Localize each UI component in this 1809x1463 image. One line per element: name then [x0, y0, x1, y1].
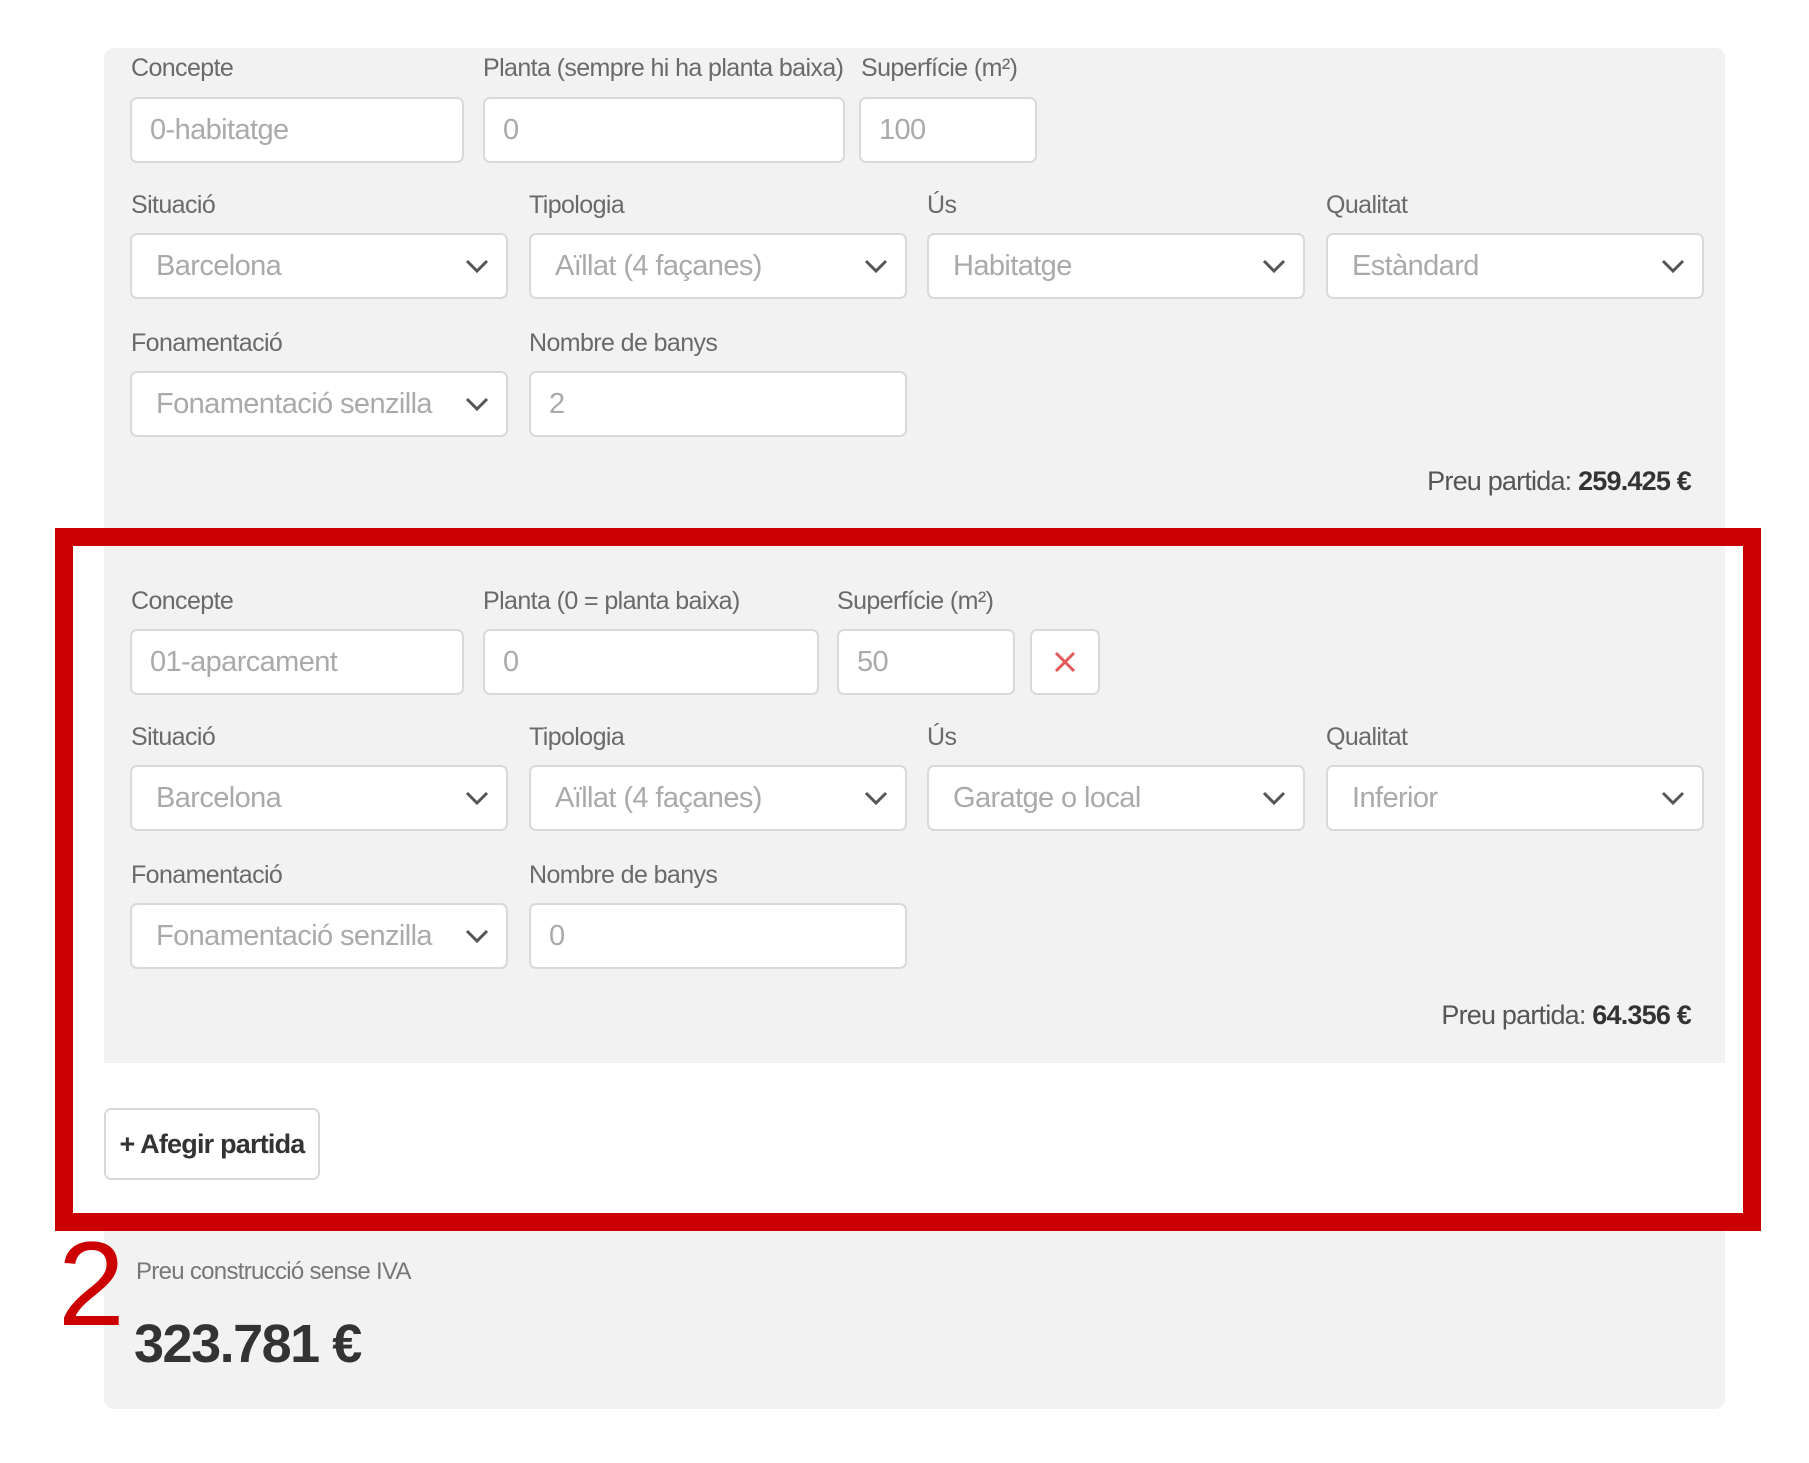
- planta-label: Planta (sempre hi ha planta baixa): [483, 54, 844, 82]
- us-label: Ús: [927, 191, 957, 219]
- preu-partida: Preu partida: 259.425 €: [1427, 466, 1692, 497]
- situacio-select[interactable]: Barcelona: [130, 233, 508, 299]
- preu-partida-label: Preu partida:: [1427, 466, 1572, 496]
- highlight-box: [55, 528, 1761, 1231]
- item-card-1: Concepte Planta (sempre hi ha planta bai…: [104, 48, 1725, 520]
- fonamentacio-value: Fonamentació senzilla: [156, 387, 433, 420]
- planta-input[interactable]: 0: [483, 97, 845, 163]
- qualitat-select[interactable]: Estàndard: [1326, 233, 1704, 299]
- fonamentacio-select[interactable]: Fonamentació senzilla: [130, 371, 508, 437]
- annotation-number: 2: [58, 1217, 125, 1351]
- situacio-label: Situació: [131, 191, 216, 219]
- chevron-down-icon: [864, 259, 888, 274]
- tipologia-label: Tipologia: [529, 191, 625, 219]
- banys-label: Nombre de banys: [529, 329, 718, 357]
- total-value: 323.781 €: [134, 1314, 362, 1374]
- situacio-value: Barcelona: [156, 249, 282, 282]
- chevron-down-icon: [465, 259, 489, 274]
- us-value: Habitatge: [953, 249, 1072, 282]
- fonamentacio-label: Fonamentació: [131, 329, 283, 357]
- tipologia-select[interactable]: Aïllat (4 façanes): [529, 233, 907, 299]
- banys-input[interactable]: 2: [529, 371, 907, 437]
- concepte-label: Concepte: [131, 54, 234, 82]
- superficie-label: Superfície (m²): [861, 54, 1018, 82]
- qualitat-label: Qualitat: [1326, 191, 1408, 219]
- concepte-input[interactable]: 0-habitatge: [130, 97, 464, 163]
- tipologia-value: Aïllat (4 façanes): [555, 249, 762, 282]
- us-select[interactable]: Habitatge: [927, 233, 1305, 299]
- chevron-down-icon: [465, 397, 489, 412]
- qualitat-value: Estàndard: [1352, 249, 1479, 282]
- chevron-down-icon: [1661, 259, 1685, 274]
- chevron-down-icon: [1262, 259, 1286, 274]
- total-label: Preu construcció sense IVA: [136, 1258, 412, 1285]
- superficie-input[interactable]: 100: [859, 97, 1037, 163]
- preu-partida-value: 259.425 €: [1578, 466, 1692, 496]
